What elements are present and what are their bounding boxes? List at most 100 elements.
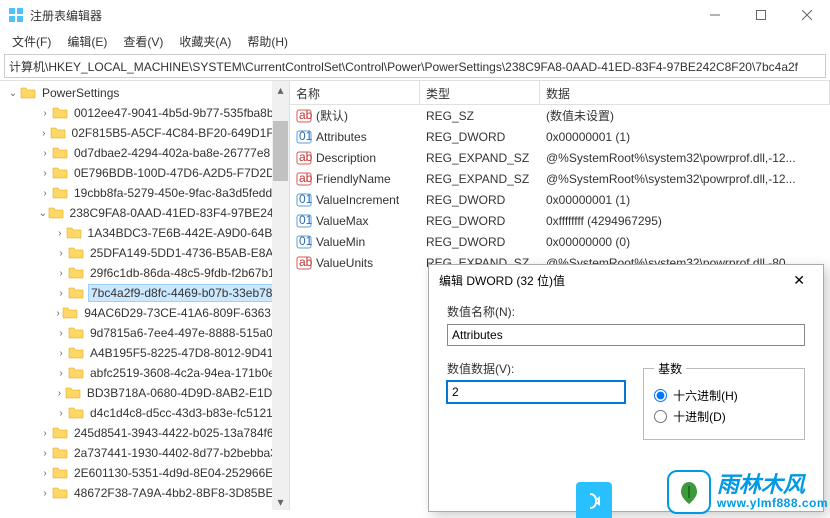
close-button[interactable]	[784, 0, 830, 30]
value-name: FriendlyName	[316, 172, 391, 186]
tree-item[interactable]: › 245d8541-3943-4422-b025-13a784f6	[0, 423, 289, 443]
tree-scrollbar[interactable]: ▴ ▾	[272, 81, 289, 510]
caret-icon[interactable]: ⌄	[6, 88, 20, 99]
value-row[interactable]: abFriendlyNameREG_EXPAND_SZ@%SystemRoot%…	[290, 168, 830, 189]
tree-label: 0d7dbae2-4294-402a-ba8e-26777e8	[72, 145, 272, 161]
tree-item[interactable]: ›0E796BDB-100D-47D6-A2D5-F7D2DA	[0, 163, 289, 183]
tree-item[interactable]: ›d4c1d4c8-d5cc-43d3-b83e-fc51215	[0, 403, 289, 423]
value-name-input[interactable]	[447, 324, 805, 346]
value-row[interactable]: 011ValueIncrementREG_DWORD0x00000001 (1)	[290, 189, 830, 210]
tree-item[interactable]: ⌄238C9FA8-0AAD-41ED-83F4-97BE2420	[0, 203, 289, 223]
tree-panel: ⌄ PowerSettings › 0012ee47-9041-4b5d-9b77…	[0, 81, 290, 510]
menu-view[interactable]: 查看(V)	[115, 31, 171, 52]
svg-text:011: 011	[299, 213, 312, 227]
caret-icon[interactable]: ›	[54, 368, 68, 379]
column-type[interactable]: 类型	[420, 81, 540, 104]
caret-icon[interactable]: ⌄	[38, 208, 48, 219]
caret-icon[interactable]: ›	[54, 308, 62, 319]
tree-label: 25DFA149-5DD1-4736-B5AB-E8A37	[88, 245, 289, 261]
scroll-thumb[interactable]	[273, 121, 288, 181]
caret-icon[interactable]: ›	[38, 468, 52, 479]
value-data: @%SystemRoot%\system32\powrprof.dll,-12.…	[540, 170, 830, 188]
tree-item[interactable]: ›1A34BDC3-7E6B-442E-A9D0-64B6E	[0, 223, 289, 243]
value-data: (数值未设置)	[540, 105, 830, 126]
scroll-down-icon[interactable]: ▾	[272, 493, 289, 510]
binary-value-icon: 011	[296, 129, 312, 145]
folder-icon	[20, 85, 36, 101]
tree-item[interactable]: ›48672F38-7A9A-4bb2-8BF8-3D85BE1	[0, 483, 289, 503]
tree-item[interactable]: ›2E601130-5351-4d9d-8E04-252966E	[0, 463, 289, 483]
radio-hex[interactable]	[654, 389, 667, 402]
menu-help[interactable]: 帮助(H)	[239, 31, 296, 52]
caret-icon[interactable]: ›	[38, 148, 52, 159]
caret-icon[interactable]: ›	[38, 428, 52, 439]
tree-label: 0012ee47-9041-4b5d-9b77-535fba8b	[72, 105, 276, 121]
value-row[interactable]: 011AttributesREG_DWORD0x00000001 (1)	[290, 126, 830, 147]
radio-dec-row[interactable]: 十进制(D)	[654, 408, 794, 425]
radio-dec[interactable]	[654, 410, 667, 423]
tree-label: 29f6c1db-86da-48c5-9fdb-f2b67b1	[88, 265, 277, 281]
menu-file[interactable]: 文件(F)	[4, 31, 59, 52]
tree-item[interactable]: ›9d7815a6-7ee4-497e-8888-515a05	[0, 323, 289, 343]
value-row[interactable]: ab(默认)REG_SZ(数值未设置)	[290, 105, 830, 126]
value-data: @%SystemRoot%\system32\powrprof.dll,-12.…	[540, 149, 830, 167]
tree-label: 02F815B5-A5CF-4C84-BF20-649D1F75	[70, 125, 289, 141]
caret-icon[interactable]: ›	[54, 228, 66, 239]
caret-icon[interactable]: ›	[54, 388, 65, 399]
folder-icon	[50, 125, 66, 141]
caret-icon[interactable]: ›	[38, 448, 52, 459]
tree-label: 2a737441-1930-4402-8d77-b2bebba3	[72, 445, 279, 461]
dialog-close-button[interactable]: ✕	[785, 268, 813, 293]
menu-favorites[interactable]: 收藏夹(A)	[171, 31, 239, 52]
address-bar[interactable]: 计算机\HKEY_LOCAL_MACHINE\SYSTEM\CurrentCon…	[4, 54, 826, 78]
column-data[interactable]: 数据	[540, 81, 830, 104]
tree-root[interactable]: ⌄ PowerSettings	[0, 83, 289, 103]
tree-item[interactable]: ›A4B195F5-8225-47D8-8012-9D4130	[0, 343, 289, 363]
value-row[interactable]: abDescriptionREG_EXPAND_SZ@%SystemRoot%\…	[290, 147, 830, 168]
tree-item[interactable]: ›abfc2519-3608-4c2a-94ea-171b0ed	[0, 363, 289, 383]
scroll-up-icon[interactable]: ▴	[272, 81, 289, 98]
tree-item[interactable]: › 25DFA149-5DD1-4736-B5AB-E8A37	[0, 243, 289, 263]
value-data-input[interactable]	[447, 381, 625, 403]
caret-icon[interactable]: ›	[38, 168, 52, 179]
menu-edit[interactable]: 编辑(E)	[59, 31, 115, 52]
tree-item[interactable]: › 29f6c1db-86da-48c5-9fdb-f2b67b1	[0, 263, 289, 283]
folder-icon	[52, 465, 68, 481]
watermark-logo-icon	[667, 470, 711, 514]
radio-hex-row[interactable]: 十六进制(H)	[654, 387, 794, 404]
radio-hex-label: 十六进制(H)	[673, 387, 738, 404]
value-row[interactable]: 011ValueMaxREG_DWORD0xffffffff (42949672…	[290, 210, 830, 231]
caret-icon[interactable]: ›	[54, 248, 68, 259]
tree-item[interactable]: › 2a737441-1930-4402-8d77-b2bebba3	[0, 443, 289, 463]
tree-item[interactable]: › 0d7dbae2-4294-402a-ba8e-26777e8	[0, 143, 289, 163]
tree-item[interactable]: › 0012ee47-9041-4b5d-9b77-535fba8b	[0, 103, 289, 123]
tree-item[interactable]: › 02F815B5-A5CF-4C84-BF20-649D1F75	[0, 123, 289, 143]
tree-item[interactable]: ›BD3B718A-0680-4D9D-8AB2-E1D2B	[0, 383, 289, 403]
value-row[interactable]: 011ValueMinREG_DWORD0x00000000 (0)	[290, 231, 830, 252]
tree-item[interactable]: ›19cbb8fa-5279-450e-9fac-8a3d5fedd	[0, 183, 289, 203]
value-type: REG_DWORD	[420, 233, 540, 251]
minimize-button[interactable]	[692, 0, 738, 30]
folder-icon	[52, 425, 68, 441]
folder-icon	[68, 245, 84, 261]
tree-label: 245d8541-3943-4422-b025-13a784f6	[72, 425, 276, 441]
app-icon	[8, 7, 24, 23]
caret-icon[interactable]: ›	[54, 348, 68, 359]
value-type: REG_SZ	[420, 107, 540, 125]
watermark: 雨林木风 www.ylmf888.com	[667, 470, 828, 514]
binary-value-icon: 011	[296, 234, 312, 250]
caret-icon[interactable]: ›	[38, 108, 52, 119]
caret-icon[interactable]: ›	[38, 488, 52, 499]
caret-icon[interactable]: ›	[54, 328, 68, 339]
menu-bar: 文件(F) 编辑(E) 查看(V) 收藏夹(A) 帮助(H)	[0, 30, 830, 52]
caret-icon[interactable]: ›	[54, 408, 68, 419]
caret-icon[interactable]: ›	[38, 128, 50, 139]
caret-icon[interactable]: ›	[54, 268, 68, 279]
tree-item[interactable]: ›7bc4a2f9-d8fc-4469-b07b-33eb785	[0, 283, 289, 303]
caret-icon[interactable]: ›	[38, 188, 52, 199]
column-name[interactable]: 名称	[290, 81, 420, 104]
caret-icon[interactable]: ›	[54, 288, 68, 299]
maximize-button[interactable]	[738, 0, 784, 30]
tree-item[interactable]: ›94AC6D29-73CE-41A6-809F-6363BA	[0, 303, 289, 323]
window-title: 注册表编辑器	[30, 7, 692, 24]
